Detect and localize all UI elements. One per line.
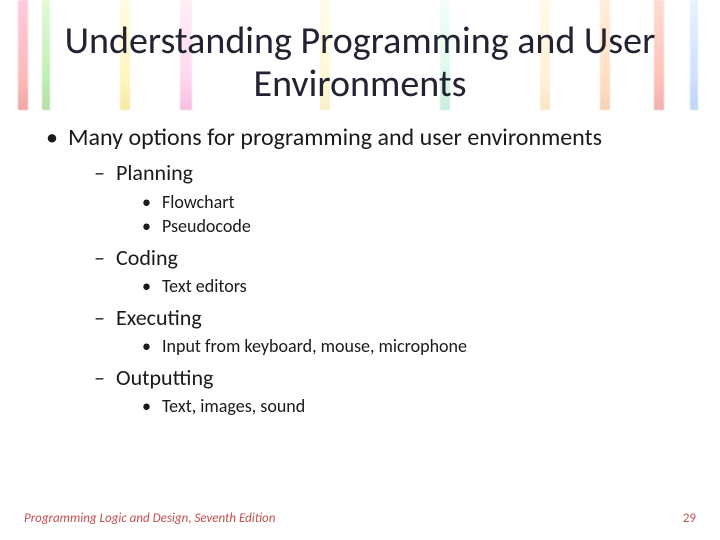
section-list: Planning Flowchart Pseudocode Coding Tex… <box>68 158 680 418</box>
sub-list: Text editors <box>116 274 680 298</box>
section-label: Planning <box>116 159 193 186</box>
section-label: Outputting <box>116 364 213 391</box>
section-executing: Executing Input from keyboard, mouse, mi… <box>94 303 680 359</box>
sub-item: Pseudocode <box>142 214 680 238</box>
sub-item: Input from keyboard, mouse, microphone <box>142 334 680 358</box>
sub-item: Text editors <box>142 274 680 298</box>
slide-title: Understanding Programming and User Envir… <box>40 20 680 105</box>
sub-list: Text, images, sound <box>116 394 680 418</box>
section-label: Executing <box>116 304 202 331</box>
bullet-list: Many options for programming and user en… <box>40 123 680 419</box>
slide: Understanding Programming and User Envir… <box>0 0 720 540</box>
sub-list: Input from keyboard, mouse, microphone <box>116 334 680 358</box>
sub-item: Text, images, sound <box>142 394 680 418</box>
section-planning: Planning Flowchart Pseudocode <box>94 158 680 238</box>
bullet-main-text: Many options for programming and user en… <box>68 123 602 152</box>
sub-item: Flowchart <box>142 190 680 214</box>
footer-page-number: 29 <box>683 511 696 526</box>
section-outputting: Outputting Text, images, sound <box>94 363 680 419</box>
section-label: Coding <box>116 244 178 271</box>
section-coding: Coding Text editors <box>94 243 680 299</box>
slide-footer: Programming Logic and Design, Seventh Ed… <box>24 511 696 526</box>
footer-book-title: Programming Logic and Design, Seventh Ed… <box>24 511 275 526</box>
bullet-main: Many options for programming and user en… <box>46 123 680 419</box>
sub-list: Flowchart Pseudocode <box>116 190 680 239</box>
